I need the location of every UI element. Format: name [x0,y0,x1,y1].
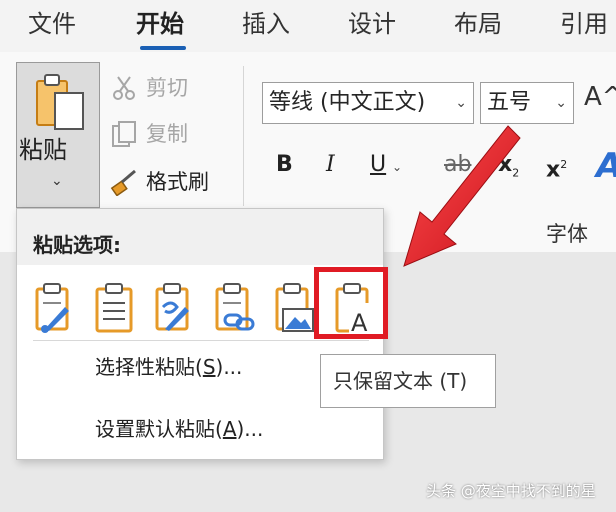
subscript-x: x [498,152,513,177]
ribbon-group-divider [243,66,244,206]
superscript-x: x [546,157,561,183]
watermark: 头条 @夜空中找不到的星 [426,482,596,500]
chevron-down-icon[interactable]: ⌄ [455,83,467,123]
paste-special-key: S [202,355,216,379]
paste-special-text: 选择性粘贴( [95,355,203,379]
strikethrough-button[interactable]: ab [444,152,471,178]
active-tab-indicator [140,46,186,50]
grow-font-icon[interactable]: A^ [584,82,616,112]
chevron-down-icon[interactable]: ⌄ [392,160,402,174]
tab-insert[interactable]: 插入 [242,8,290,40]
paste-label: 粘贴 [19,136,67,164]
superscript-mark: 2 [560,158,568,171]
tab-design[interactable]: 设计 [348,8,396,40]
copy-button[interactable]: 复制 [110,120,230,148]
cut-label: 剪切 [146,76,188,100]
link-icon[interactable] [211,281,259,335]
chevron-down-icon[interactable]: ⌄ [51,173,63,189]
set-default-text: 设置默认粘贴( [95,417,223,441]
copy-icon [112,121,136,147]
merge-formatting-icon[interactable] [91,281,139,335]
paste-options-menu: 粘贴选项: A 选择性粘贴(S)... 设置默认粘贴(A)... [16,208,388,460]
tab-file[interactable]: 文件 [28,8,76,40]
scissors-icon [113,76,135,100]
font-group-label: 字体 [546,222,588,246]
font-size-combo[interactable]: 五号 ⌄ [480,82,574,124]
font-size-value: 五号 [487,90,532,115]
underline-button[interactable]: U [370,152,386,178]
paste-button[interactable]: 粘贴 ⌄ [16,62,100,208]
paste-options-title: 粘贴选项: [33,233,121,257]
keep-text-only-highlight [314,267,388,339]
font-name-value: 等线 (中文正文) [269,90,426,115]
set-default-suffix: )... [236,417,264,441]
tab-references[interactable]: 引用 [560,8,608,40]
paste-icon [36,74,84,130]
tab-layout[interactable]: 布局 [454,8,502,40]
superscript-button[interactable]: x2 [546,152,567,183]
ribbon-tab-bar: 文件 开始 插入 设计 布局 引用 [0,0,616,52]
chevron-down-icon[interactable]: ⌄ [555,83,567,123]
paste-options-header: 粘贴选项: [17,209,383,265]
bold-button[interactable]: B [276,152,293,178]
paste-special-item[interactable]: 选择性粘贴(S)... [95,351,242,380]
picture-icon[interactable] [271,281,319,335]
keep-text-only-tooltip: 只保留文本 (T) [320,354,496,408]
subscript-mark: 2 [512,166,520,180]
set-default-key: A [222,417,237,441]
font-name-combo[interactable]: 等线 (中文正文) ⌄ [262,82,474,124]
keep-source-formatting-icon[interactable] [31,281,79,335]
format-painter-button[interactable]: 格式刷 [110,168,230,196]
copy-label: 复制 [146,122,188,146]
use-destination-styles-icon[interactable] [151,281,199,335]
italic-button[interactable]: I [326,152,335,178]
menu-divider [33,340,369,341]
format-painter-label: 格式刷 [146,170,209,194]
set-default-paste-item[interactable]: 设置默认粘贴(A)... [95,413,263,442]
format-painter-icon [110,169,136,196]
paste-special-suffix: )... [215,355,243,379]
text-effects-icon[interactable]: A [596,146,616,186]
cut-button[interactable]: 剪切 [110,74,230,102]
tab-home[interactable]: 开始 [136,8,184,40]
subscript-button[interactable]: x2 [498,152,519,186]
